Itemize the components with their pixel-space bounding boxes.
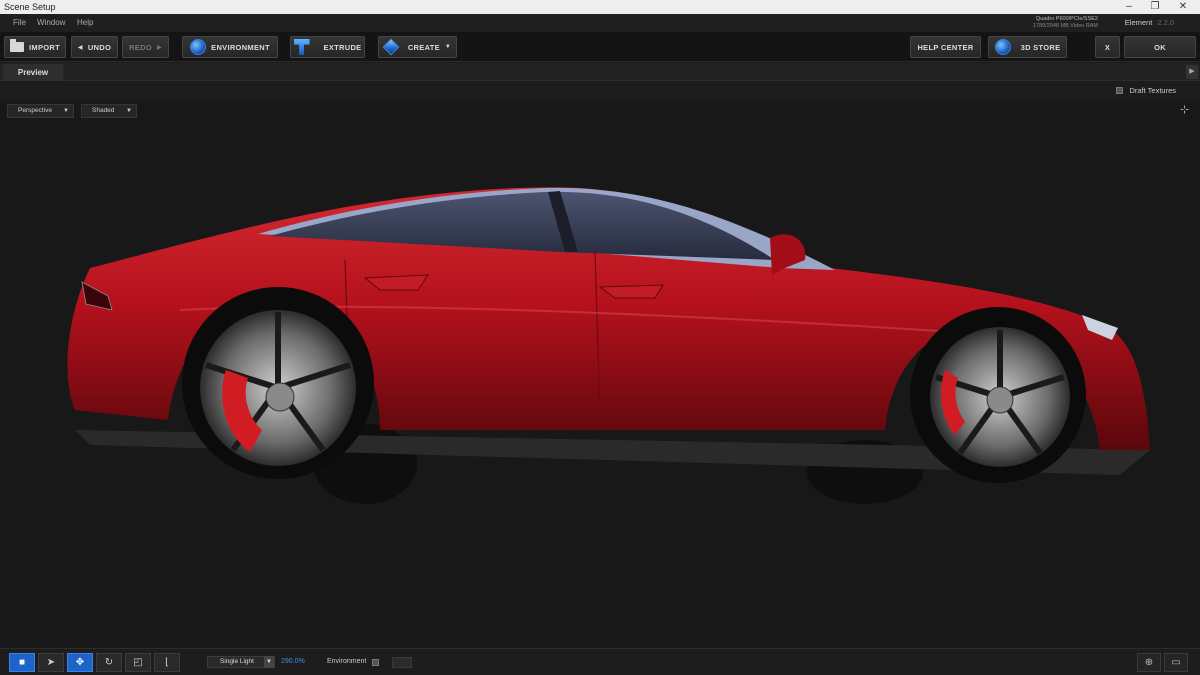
axis-tool-icon[interactable]: ⌊ bbox=[154, 653, 180, 672]
minimize-button[interactable]: – bbox=[1116, 0, 1142, 14]
menu-window[interactable]: Window bbox=[37, 18, 65, 27]
car-model[interactable] bbox=[0, 100, 1200, 648]
app-name: Element bbox=[1124, 18, 1153, 27]
create-label: CREATE bbox=[407, 42, 440, 52]
main-toolbar: IMPORT ◀ UNDO REDO ▶ ENVIRONMENT EXTRUDE… bbox=[0, 32, 1200, 62]
draft-textures-label: Draft Textures bbox=[1129, 86, 1176, 95]
select-tool-icon[interactable]: ➤ bbox=[38, 653, 64, 672]
title-bar: Scene Setup – ❐ ✕ bbox=[0, 0, 1200, 14]
scale-tool-icon[interactable]: ◰ bbox=[125, 653, 151, 672]
3d-store-button[interactable]: 3D STORE bbox=[988, 36, 1067, 58]
draft-textures-checkbox[interactable] bbox=[1116, 87, 1124, 94]
move-tool-icon[interactable]: ✥ bbox=[67, 653, 93, 672]
chevron-down-icon: ▼ bbox=[444, 44, 452, 50]
arrow-right-icon: ▶ bbox=[156, 44, 162, 51]
gpu-name: Quadro P600/PCIe/SSE2 bbox=[1035, 16, 1098, 22]
extrude-label: EXTRUDE bbox=[323, 42, 362, 52]
store-label: 3D STORE bbox=[1020, 42, 1061, 52]
menu-file[interactable]: File bbox=[13, 18, 26, 27]
environment-label: Environment bbox=[327, 658, 367, 665]
app-version: 2.2.0 bbox=[1157, 18, 1174, 27]
redo-button[interactable]: REDO ▶ bbox=[122, 36, 169, 58]
crosshair-icon[interactable]: ⊕ bbox=[1137, 653, 1161, 672]
import-button[interactable]: IMPORT bbox=[4, 36, 66, 58]
front-hub bbox=[986, 386, 1014, 414]
ok-button[interactable]: OK bbox=[1124, 36, 1196, 58]
store-globe-icon bbox=[994, 39, 1011, 55]
bottom-toolbar: ■ ➤ ✥ ↻ ◰ ⌊ Single Light ▼ 290.0% Enviro… bbox=[0, 648, 1200, 675]
environment-button[interactable]: ENVIRONMENT bbox=[182, 36, 278, 58]
extrude-icon bbox=[293, 39, 310, 55]
redo-label: REDO bbox=[129, 42, 152, 52]
light-intensity-value[interactable]: 290.0% bbox=[281, 658, 305, 665]
window-title: Scene Setup bbox=[4, 2, 56, 12]
arrow-left-icon: ◀ bbox=[77, 44, 83, 51]
undo-button[interactable]: ◀ UNDO bbox=[71, 36, 118, 58]
folder-icon bbox=[10, 39, 25, 52]
panel-tabs: Preview ▶ bbox=[0, 63, 1200, 81]
menu-bar: File Window Help Quadro P600/PCIe/SSE2 1… bbox=[0, 14, 1200, 32]
import-label: IMPORT bbox=[29, 42, 60, 52]
gpu-memory: 1789/2048 MB Video RAM bbox=[1032, 23, 1098, 29]
menu-help[interactable]: Help bbox=[77, 18, 93, 27]
cancel-label: X bbox=[1104, 42, 1111, 52]
light-mode-label: Single Light bbox=[220, 658, 254, 665]
tab-preview[interactable]: Preview bbox=[3, 64, 63, 81]
options-strip: Draft Textures bbox=[0, 82, 1200, 100]
globe-icon bbox=[190, 39, 207, 55]
rear-hub bbox=[265, 382, 295, 412]
cancel-button[interactable]: X bbox=[1095, 36, 1120, 58]
extrude-button[interactable]: EXTRUDE bbox=[290, 36, 365, 58]
expand-panel-icon[interactable]: ▶ bbox=[1186, 65, 1198, 79]
help-center-button[interactable]: HELP CENTER bbox=[910, 36, 981, 58]
monitor-icon[interactable]: ▭ bbox=[1164, 653, 1188, 672]
rotate-tool-icon[interactable]: ↻ bbox=[96, 653, 122, 672]
gpu-info: Quadro P600/PCIe/SSE2 1789/2048 MB Video… bbox=[1033, 16, 1098, 30]
3d-viewport[interactable]: Perspective ▼ Shaded ▼ ⊹ bbox=[0, 100, 1200, 648]
cube-icon bbox=[382, 38, 400, 56]
chevron-down-icon: ▼ bbox=[264, 656, 274, 668]
undo-label: UNDO bbox=[87, 42, 112, 52]
ok-label: OK bbox=[1154, 42, 1166, 52]
help-center-label: HELP CENTER bbox=[917, 42, 974, 52]
draft-textures-toggle[interactable]: Draft Textures bbox=[1116, 86, 1176, 95]
camera-tool-icon[interactable]: ■ bbox=[9, 653, 35, 672]
app-version-label: Element 2.2.0 bbox=[1125, 18, 1174, 27]
environment-checkbox[interactable] bbox=[372, 659, 379, 666]
environment-color-swatch[interactable] bbox=[392, 657, 412, 668]
environment-label: ENVIRONMENT bbox=[211, 42, 270, 52]
light-mode-dropdown[interactable]: Single Light ▼ bbox=[207, 656, 275, 668]
close-window-button[interactable]: ✕ bbox=[1170, 0, 1196, 14]
create-button[interactable]: CREATE ▼ bbox=[378, 36, 457, 58]
restore-button[interactable]: ❐ bbox=[1142, 0, 1168, 14]
